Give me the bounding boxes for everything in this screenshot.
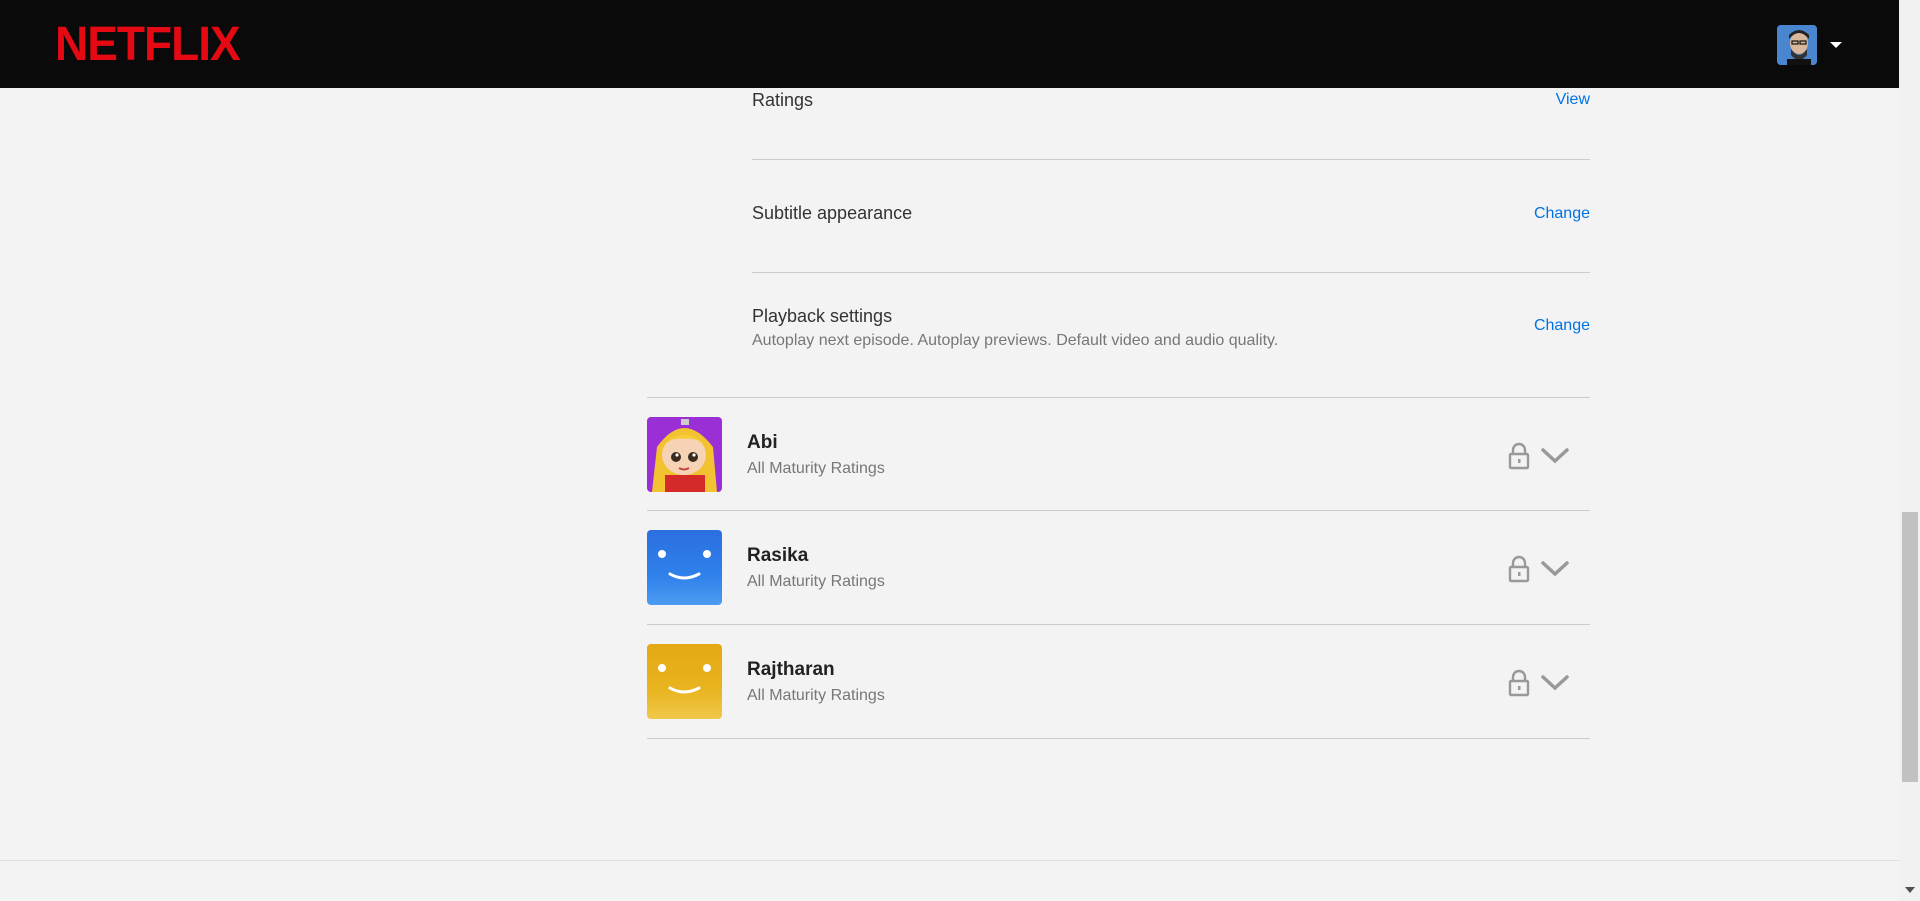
profile-rating: All Maturity Ratings xyxy=(747,687,885,704)
setting-title: Playback settings xyxy=(752,306,893,326)
profile-avatar-abi xyxy=(647,417,722,492)
profile-name: Rasika xyxy=(747,545,809,566)
scroll-down-arrow-icon[interactable] xyxy=(1905,887,1915,893)
cartoon-girl-icon xyxy=(647,417,722,492)
top-bar: NETFLIX xyxy=(0,0,1899,88)
chevron-down-icon[interactable] xyxy=(1541,559,1569,579)
account-caret-icon[interactable] xyxy=(1830,42,1842,48)
lock-icon[interactable] xyxy=(1507,555,1531,583)
chevron-down-icon[interactable] xyxy=(1541,446,1569,466)
change-playback-link[interactable]: Change xyxy=(1534,317,1590,335)
user-photo-icon xyxy=(1777,25,1817,65)
profile-name: Rajtharan xyxy=(747,659,835,680)
setting-title: Ratings xyxy=(752,90,814,110)
account-avatar[interactable] xyxy=(1777,25,1817,65)
profile-avatar-rasika xyxy=(647,530,722,605)
view-ratings-link[interactable]: View xyxy=(1556,91,1590,109)
netflix-logo[interactable]: NETFLIX xyxy=(55,19,241,67)
chevron-down-icon[interactable] xyxy=(1541,673,1569,693)
profile-name: Abi xyxy=(747,432,778,453)
lock-icon[interactable] xyxy=(1507,442,1531,470)
footer-divider xyxy=(0,860,1899,861)
setting-title: Subtitle appearance xyxy=(752,203,913,223)
setting-subtitle: Autoplay next episode. Autoplay previews… xyxy=(752,332,1279,349)
change-subtitle-link[interactable]: Change xyxy=(1534,205,1590,223)
smiley-face-icon xyxy=(647,644,722,719)
setting-row-playback: Playback settings Autoplay next episode.… xyxy=(752,273,1590,398)
profile-avatar-rajtharan xyxy=(647,644,722,719)
lock-icon[interactable] xyxy=(1507,669,1531,697)
setting-row-ratings: Ratings View xyxy=(752,88,1590,160)
profile-row[interactable]: Rasika All Maturity Ratings xyxy=(647,511,1590,625)
profile-row[interactable]: Rajtharan All Maturity Ratings xyxy=(647,625,1590,739)
scrollbar-thumb[interactable] xyxy=(1902,512,1918,782)
setting-row-subtitle-appearance: Subtitle appearance Change xyxy=(752,160,1590,273)
profile-row[interactable]: Abi All Maturity Ratings xyxy=(647,397,1590,511)
profile-rating: All Maturity Ratings xyxy=(747,573,885,590)
profile-rating: All Maturity Ratings xyxy=(747,460,885,477)
smiley-face-icon xyxy=(647,530,722,605)
